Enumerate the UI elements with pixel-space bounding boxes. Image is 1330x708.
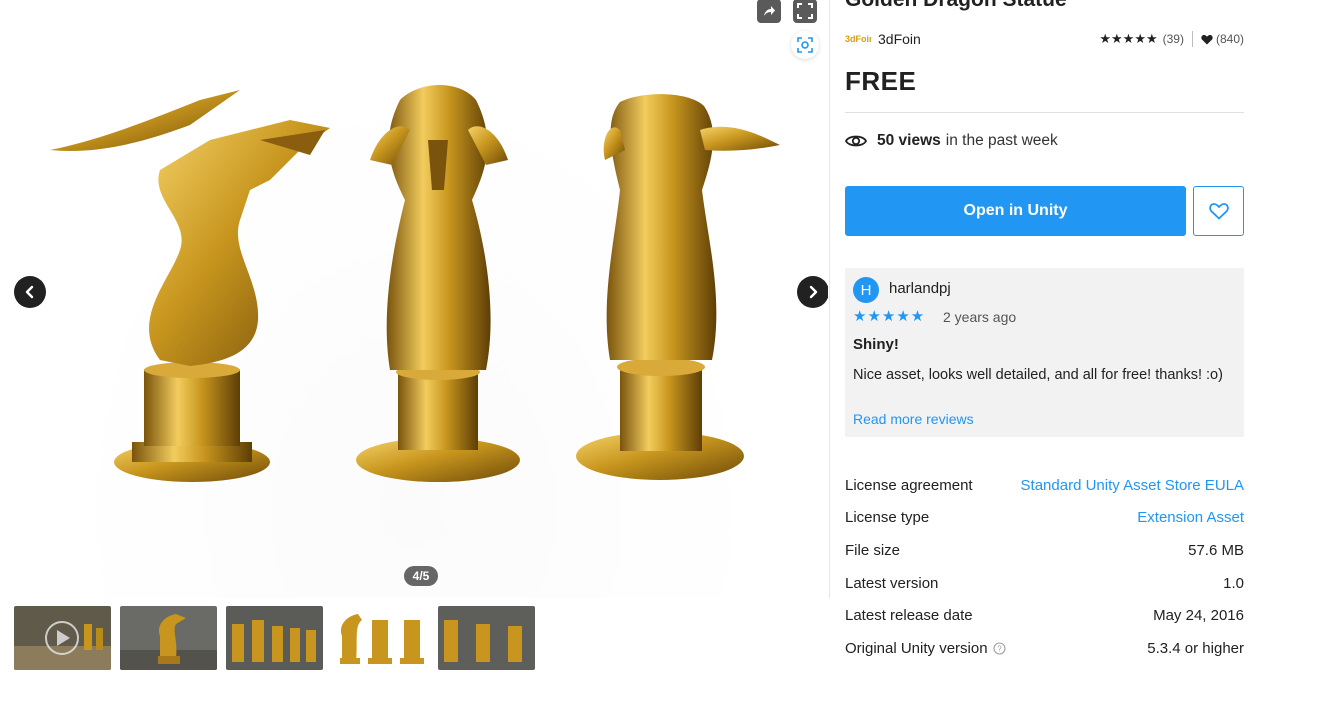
- views-count: 50 views: [877, 132, 941, 149]
- fullscreen-icon: [797, 3, 813, 19]
- thumbnail-video[interactable]: [14, 606, 111, 670]
- review-card: H harlandpj ★★★★★ 2 years ago Shiny! Nic…: [845, 268, 1244, 437]
- thumbnail-5[interactable]: [438, 606, 535, 670]
- avatar: H: [853, 277, 879, 303]
- statue-side-view: [50, 90, 330, 482]
- detail-value: 57.6 MB: [1188, 541, 1244, 559]
- ar-view-icon: [797, 37, 813, 53]
- star-icon: ★★★★★: [1099, 31, 1158, 46]
- heart-outline-icon: [1208, 203, 1229, 220]
- detail-label: Latest release date: [845, 607, 973, 625]
- detail-label: Latest version: [845, 574, 939, 592]
- add-to-wishlist-button[interactable]: [1193, 186, 1244, 236]
- share-icon: [764, 6, 775, 16]
- review-star-icon: ★★★★★: [853, 308, 926, 325]
- detail-label: Original Unity version: [845, 639, 988, 657]
- favorites-count: (840): [1215, 32, 1244, 46]
- thumbnail-strip: [14, 606, 535, 670]
- open-in-unity-button[interactable]: Open in Unity: [845, 186, 1186, 236]
- license-type-link[interactable]: Extension Asset: [1137, 509, 1244, 526]
- publisher-logo[interactable]: 3dFoin: [845, 32, 871, 46]
- image-counter: 4/5: [404, 566, 438, 586]
- chevron-left-icon: [25, 285, 34, 299]
- svg-text:?: ?: [997, 644, 1002, 653]
- eye-icon: [845, 135, 867, 147]
- detail-row-license-type: License type Extension Asset: [845, 502, 1244, 535]
- views-suffix: in the past week: [945, 132, 1058, 149]
- detail-row-file-size: File size 57.6 MB: [845, 534, 1244, 567]
- help-icon[interactable]: ?: [993, 642, 1006, 655]
- detail-value: 1.0: [1223, 574, 1244, 592]
- detail-label-with-help: Original Unity version ?: [845, 640, 1006, 657]
- detail-label: File size: [845, 541, 901, 559]
- heart-icon: [1201, 34, 1213, 44]
- panel-divider: [829, 0, 830, 598]
- detail-row-license-agreement: License agreement Standard Unity Asset S…: [845, 469, 1244, 502]
- review-date: 2 years ago: [943, 309, 1017, 325]
- product-title: Golden Dragon Statue: [845, 0, 1067, 12]
- divider: [845, 112, 1244, 113]
- fullscreen-button[interactable]: [793, 0, 817, 23]
- license-agreement-link[interactable]: Standard Unity Asset Store EULA: [1021, 477, 1244, 494]
- detail-row-release-date: Latest release date May 24, 2016: [845, 599, 1244, 632]
- share-button[interactable]: [757, 0, 781, 23]
- thumbnail-4-selected[interactable]: [332, 606, 429, 670]
- read-more-reviews-link[interactable]: Read more reviews: [853, 411, 974, 427]
- thumbnail-2[interactable]: [120, 606, 217, 670]
- detail-label: License type: [845, 509, 930, 527]
- publisher-row: 3dFoin 3dFoin ★★★★★ (39) (840): [845, 29, 1244, 49]
- svg-text:3dFoin: 3dFoin: [845, 34, 871, 44]
- views-info: 50 views in the past week: [845, 132, 1058, 150]
- statue-back-view: [576, 94, 780, 480]
- product-gallery: 4/5: [0, 0, 828, 598]
- detail-row-latest-version: Latest version 1.0: [845, 567, 1244, 600]
- detail-label: License agreement: [845, 476, 973, 494]
- details-table: License agreement Standard Unity Asset S…: [845, 469, 1244, 665]
- ar-view-button[interactable]: [791, 31, 819, 59]
- publisher-name[interactable]: 3dFoin: [878, 31, 921, 47]
- statue-front-view: [356, 85, 520, 482]
- rating-count[interactable]: (39): [1163, 32, 1184, 46]
- detail-value: 5.3.4 or higher: [1147, 639, 1244, 657]
- chevron-right-icon: [809, 285, 818, 299]
- main-product-image: [50, 85, 780, 482]
- next-image-button[interactable]: [797, 276, 828, 308]
- detail-value: May 24, 2016: [1153, 607, 1244, 625]
- rating-summary: ★★★★★ (39) (840): [1099, 31, 1244, 47]
- review-title: Shiny!: [853, 336, 899, 353]
- previous-image-button[interactable]: [14, 276, 46, 308]
- reviewer-name: harlandpj: [889, 280, 951, 297]
- detail-row-unity-version: Original Unity version ? 5.3.4 or higher: [845, 632, 1244, 665]
- separator: [1191, 31, 1193, 47]
- thumbnail-3[interactable]: [226, 606, 323, 670]
- review-body: Nice asset, looks well detailed, and all…: [853, 367, 1223, 383]
- price: FREE: [845, 66, 917, 96]
